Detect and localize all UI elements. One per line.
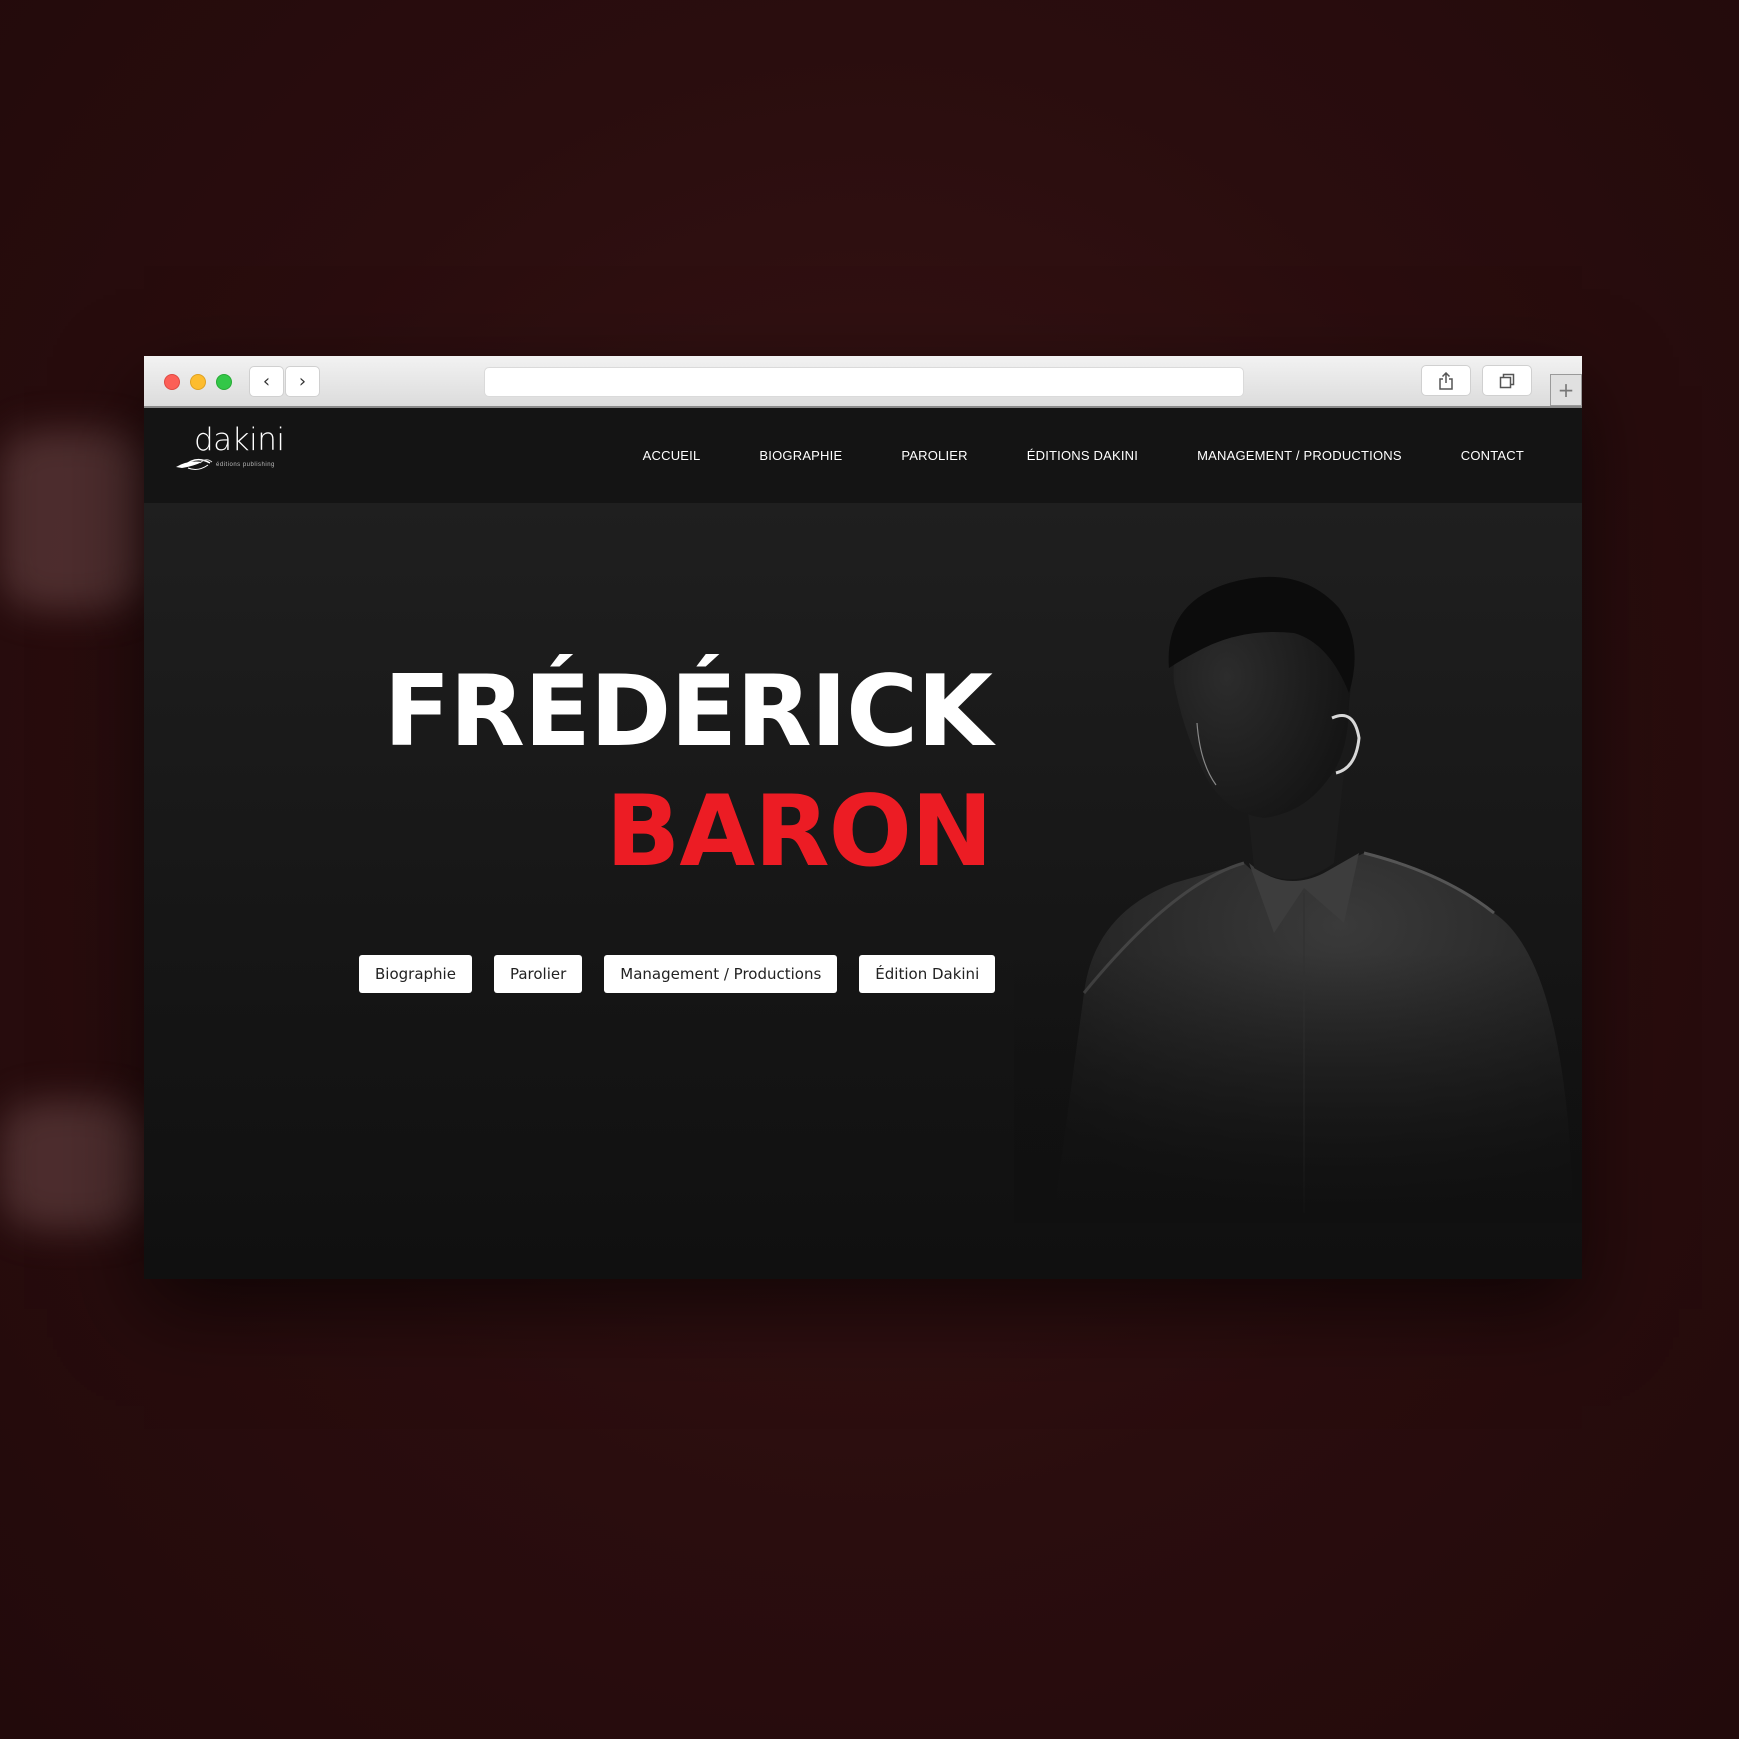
- close-window-button[interactable]: [164, 374, 180, 390]
- share-button[interactable]: [1421, 365, 1471, 396]
- hero-section: FRÉDÉRICK BARON Biographie Parolier Mana…: [144, 503, 1582, 1279]
- logo-tagline: éditions publishing: [216, 462, 275, 468]
- nav-item-management-productions[interactable]: MANAGEMENT / PRODUCTIONS: [1197, 448, 1402, 463]
- minimize-window-button[interactable]: [190, 374, 206, 390]
- backdrop-blur-shape: [0, 1100, 145, 1230]
- site-header: dakini éditions publishing ACCUEIL BIOGR…: [144, 408, 1582, 503]
- share-icon: [1439, 371, 1453, 390]
- backdrop-blur-shape: [0, 430, 145, 610]
- biographie-button[interactable]: Biographie: [359, 955, 472, 993]
- tabs-icon: [1499, 373, 1515, 388]
- artist-first-name: FRÉDÉRICK: [383, 655, 993, 769]
- nav-item-contact[interactable]: CONTACT: [1461, 448, 1524, 463]
- nav-item-editions-dakini[interactable]: ÉDITIONS DAKINI: [1027, 448, 1138, 463]
- management-productions-button[interactable]: Management / Productions: [604, 955, 838, 993]
- nav-item-biographie[interactable]: BIOGRAPHIE: [759, 448, 842, 463]
- parolier-button[interactable]: Parolier: [493, 955, 583, 993]
- nav-item-parolier[interactable]: PAROLIER: [901, 448, 967, 463]
- maximize-window-button[interactable]: [216, 374, 232, 390]
- browser-window: ‹ › + dakini éditions publishing ACCUEIL…: [144, 356, 1582, 1279]
- chevron-left-icon: ‹: [262, 371, 271, 392]
- back-button[interactable]: ‹: [249, 366, 284, 397]
- artist-last-name: BARON: [605, 775, 993, 889]
- browser-toolbar: ‹ › +: [144, 356, 1582, 408]
- nav-item-accueil[interactable]: ACCUEIL: [643, 448, 701, 463]
- tabs-button[interactable]: [1482, 365, 1532, 396]
- artist-portrait: [1014, 576, 1582, 1223]
- main-navigation: ACCUEIL BIOGRAPHIE PAROLIER ÉDITIONS DAK…: [643, 408, 1524, 503]
- site-logo[interactable]: dakini éditions publishing: [174, 422, 285, 482]
- logo-wordmark: dakini: [194, 422, 285, 458]
- forward-button[interactable]: ›: [285, 366, 320, 397]
- edition-dakini-button[interactable]: Édition Dakini: [859, 955, 996, 993]
- chevron-right-icon: ›: [298, 371, 307, 392]
- plus-icon: +: [1557, 378, 1575, 402]
- address-bar[interactable]: [484, 367, 1244, 397]
- new-tab-button[interactable]: +: [1550, 374, 1582, 406]
- hero-button-group: Biographie Parolier Management / Product…: [359, 955, 996, 993]
